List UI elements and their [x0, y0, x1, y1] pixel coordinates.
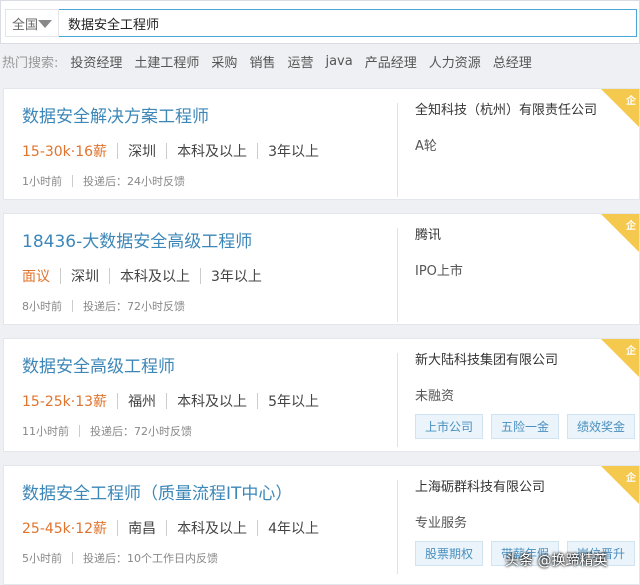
job-education: 本科及以上: [177, 521, 248, 537]
job-salary: 面议: [22, 269, 50, 285]
company-name[interactable]: 新大陆科技集团有限公司: [415, 349, 558, 368]
divider: [60, 268, 61, 284]
divider: [257, 520, 259, 536]
job-card[interactable]: 数据安全高级工程师 15-25k·13薪 福州 本科及以上 5年以上 11小时前…: [3, 338, 640, 452]
benefit-tag: 绩效奖金: [567, 414, 636, 439]
hot-search-item[interactable]: 产品经理: [365, 52, 417, 71]
job-experience: 5年以上: [268, 394, 319, 410]
divider: [200, 268, 201, 284]
enterprise-badge-label: 企: [626, 473, 636, 484]
enterprise-badge-label: 企: [626, 96, 636, 107]
chevron-down-icon: [38, 20, 52, 28]
search-bar: 全国: [0, 0, 640, 44]
company-stage: 未融资: [415, 389, 455, 404]
benefit-tag: 五险一金: [491, 414, 560, 439]
divider: [257, 143, 259, 159]
job-city: 南昌: [128, 521, 157, 537]
hot-search-item[interactable]: 采购: [211, 52, 237, 71]
hot-search-item[interactable]: 投资经理: [70, 52, 122, 71]
enterprise-badge-label: 企: [626, 221, 636, 232]
post-time: 8小时前: [22, 300, 62, 313]
company-stage: A轮: [415, 139, 437, 154]
benefit-tag: 股票期权: [415, 541, 484, 566]
enterprise-badge-label: 企: [626, 346, 636, 357]
divider: [72, 552, 73, 564]
divider: [72, 175, 73, 187]
hot-search-item[interactable]: java: [325, 54, 352, 69]
region-label: 全国: [12, 17, 39, 33]
search-input[interactable]: [59, 9, 637, 37]
company-name[interactable]: 全知科技（杭州）有限责任公司: [415, 99, 597, 118]
job-city: 福州: [128, 394, 157, 410]
divider: [79, 425, 80, 437]
company-stage: IPO上市: [415, 264, 463, 279]
job-title[interactable]: 数据安全高级工程师: [22, 352, 175, 377]
job-salary: 15-25k·13薪: [22, 394, 108, 410]
divider: [117, 520, 119, 536]
job-title[interactable]: 数据安全工程师（质量流程IT中心）: [22, 479, 292, 504]
company-name[interactable]: 腾讯: [415, 224, 441, 243]
divider: [109, 268, 110, 284]
divider: [257, 393, 259, 409]
card-divider: [397, 480, 398, 574]
job-title[interactable]: 18436-大数据安全高级工程师: [22, 227, 252, 252]
divider: [117, 393, 119, 409]
hot-search-item[interactable]: 销售: [249, 52, 275, 71]
feedback-time: 投递后：72小时反馈: [83, 300, 185, 313]
card-divider: [397, 228, 398, 322]
job-meta: 15-25k·13薪 福州 本科及以上 5年以上: [22, 391, 319, 411]
hot-search-item[interactable]: 总经理: [493, 52, 532, 71]
feedback-time: 投递后：24小时反馈: [83, 175, 185, 188]
post-time: 1小时前: [22, 175, 62, 188]
job-footer: 1小时前 投递后：24小时反馈: [22, 173, 185, 189]
job-footer: 11小时前 投递后：72小时反馈: [22, 423, 192, 439]
job-education: 本科及以上: [120, 269, 190, 285]
region-select[interactable]: 全国: [5, 9, 59, 37]
job-education: 本科及以上: [177, 394, 248, 410]
watermark: 头条 @换蹄精英: [505, 553, 608, 569]
post-time: 11小时前: [22, 425, 69, 438]
benefit-tag: 上市公司: [415, 414, 484, 439]
job-card[interactable]: 数据安全解决方案工程师 15-30k·16薪 深圳 本科及以上 3年以上 1小时…: [3, 88, 640, 200]
card-divider: [397, 103, 398, 197]
divider: [72, 300, 73, 312]
job-experience: 3年以上: [268, 144, 319, 160]
job-experience: 4年以上: [268, 521, 319, 537]
job-meta: 15-30k·16薪 深圳 本科及以上 3年以上: [22, 141, 319, 161]
job-footer: 5小时前 投递后：10个工作日内反馈: [22, 550, 218, 566]
post-time: 5小时前: [22, 552, 62, 565]
hot-search-title: 热门搜索:: [2, 55, 59, 71]
hot-search-bar: 热门搜索: 投资经理 土建工程师 采购 销售 运营 java 产品经理 人力资源…: [0, 46, 640, 76]
job-city: 深圳: [71, 269, 99, 285]
hot-search-item[interactable]: 人力资源: [429, 52, 481, 71]
divider: [166, 520, 168, 536]
company-stage: 专业服务: [415, 516, 468, 531]
benefit-tags: 上市公司 五险一金 绩效奖金: [415, 414, 636, 439]
job-city: 深圳: [128, 144, 157, 160]
job-experience: 3年以上: [211, 269, 262, 285]
card-divider: [397, 353, 398, 447]
feedback-time: 投递后：72小时反馈: [90, 425, 192, 438]
job-card[interactable]: 18436-大数据安全高级工程师 面议 深圳 本科及以上 3年以上 8小时前 投…: [3, 213, 640, 325]
job-salary: 15-30k·16薪: [22, 144, 108, 160]
divider: [166, 393, 168, 409]
job-education: 本科及以上: [177, 144, 248, 160]
job-salary: 25-45k·12薪: [22, 521, 108, 537]
hot-search-item[interactable]: 土建工程师: [134, 52, 199, 71]
job-footer: 8小时前 投递后：72小时反馈: [22, 298, 185, 314]
job-meta: 25-45k·12薪 南昌 本科及以上 4年以上: [22, 518, 319, 538]
job-title[interactable]: 数据安全解决方案工程师: [22, 102, 209, 127]
job-meta: 面议 深圳 本科及以上 3年以上: [22, 266, 262, 286]
company-name[interactable]: 上海砺群科技有限公司: [415, 476, 545, 495]
hot-search-item[interactable]: 运营: [287, 52, 313, 71]
feedback-time: 投递后：10个工作日内反馈: [83, 552, 218, 565]
divider: [117, 143, 119, 159]
divider: [166, 143, 168, 159]
